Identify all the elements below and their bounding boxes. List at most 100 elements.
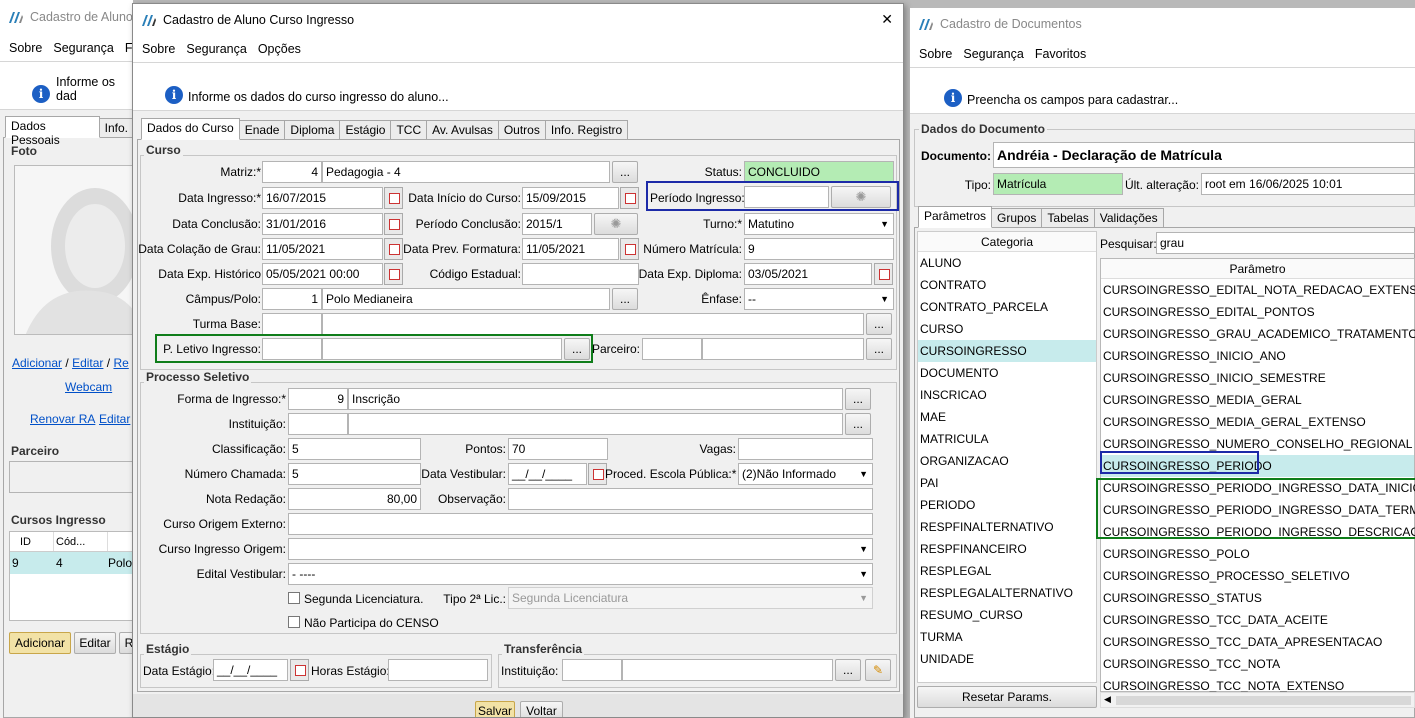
- documento-field[interactable]: Andréia - Declaração de Matrícula: [993, 142, 1415, 168]
- numero-chamada-field[interactable]: 5: [288, 463, 421, 485]
- parametro-item[interactable]: CURSOINGRESSO_PROCESSO_SELETIVO: [1101, 565, 1414, 587]
- table-row[interactable]: 9 4 Polo: [10, 552, 133, 574]
- curso-ingresso-origem-select[interactable]: ▼: [288, 538, 873, 560]
- parametro-item[interactable]: CURSOINGRESSO_EDITAL_PONTOS: [1101, 301, 1414, 323]
- left-parceiro-field[interactable]: [9, 461, 133, 493]
- menu-sobre[interactable]: Sobre: [919, 47, 952, 61]
- data-ingresso-field[interactable]: 16/07/2015: [262, 187, 383, 209]
- curso-origem-externo-field[interactable]: [288, 513, 873, 535]
- turma-base-name-field[interactable]: [322, 313, 864, 335]
- renovar-ra-link[interactable]: Renovar RA: [30, 412, 95, 426]
- periodo-ingresso-field[interactable]: [744, 186, 829, 208]
- calendar-icon[interactable]: [384, 263, 403, 285]
- nao-participa-censo-checkbox[interactable]: [288, 616, 300, 628]
- photo-editar-link[interactable]: Editar: [72, 356, 103, 370]
- left-r-button[interactable]: R: [119, 632, 133, 654]
- menu-sobre[interactable]: Sobre: [9, 41, 42, 55]
- categoria-item-resplegal[interactable]: RESPLEGAL: [918, 560, 1096, 582]
- parceiro-lookup-button[interactable]: ...: [866, 338, 892, 360]
- p-letivo-name-field[interactable]: [322, 338, 562, 360]
- matriz-name-field[interactable]: Pedagogia - 4: [322, 161, 610, 183]
- col-polo[interactable]: [108, 532, 133, 551]
- categoria-item-resplegalalternativo[interactable]: RESPLEGALALTERNATIVO: [918, 582, 1096, 604]
- parceiro-id-field[interactable]: [642, 338, 702, 360]
- parametro-item[interactable]: CURSOINGRESSO_POLO: [1101, 543, 1414, 565]
- parametro-item[interactable]: CURSOINGRESSO_INICIO_ANO: [1101, 345, 1414, 367]
- tab-diploma[interactable]: Diploma: [284, 120, 341, 140]
- instituicao-id-field[interactable]: [288, 413, 348, 435]
- voltar-button[interactable]: Voltar: [520, 701, 563, 717]
- menu-seguranca[interactable]: Segurança: [963, 47, 1023, 61]
- webcam-link[interactable]: Webcam: [65, 380, 112, 394]
- data-exp-historico-field[interactable]: 05/05/2021 00:00: [262, 263, 383, 285]
- tab-info[interactable]: Info.: [98, 118, 133, 138]
- categoria-item-organizacao[interactable]: ORGANIZACAO: [918, 450, 1096, 472]
- tipo-2-lic-select[interactable]: Segunda Licenciatura ▼: [508, 587, 873, 609]
- parametro-header[interactable]: Parâmetro: [1101, 259, 1414, 279]
- left-editar-button[interactable]: Editar: [74, 632, 116, 654]
- data-colacao-field[interactable]: 11/05/2021: [262, 238, 383, 260]
- menu-seguranca[interactable]: Segurança: [53, 41, 113, 55]
- categoria-item-respfinanceiro[interactable]: RESPFINANCEIRO: [918, 538, 1096, 560]
- tab-validacoes[interactable]: Validações: [1093, 208, 1164, 228]
- calendar-icon[interactable]: [874, 263, 893, 285]
- categoria-item-cursoingresso[interactable]: CURSOINGRESSO: [918, 340, 1096, 362]
- salvar-button[interactable]: Salvar: [475, 701, 515, 717]
- campus-id-field[interactable]: 1: [262, 288, 322, 310]
- editar-link[interactable]: Editar: [99, 412, 130, 426]
- turma-base-id-field[interactable]: [262, 313, 322, 335]
- categoria-item-inscricao[interactable]: INSCRICAO: [918, 384, 1096, 406]
- p-letivo-id-field[interactable]: [262, 338, 322, 360]
- tab-info-registro[interactable]: Info. Registro: [544, 120, 629, 140]
- categoria-header[interactable]: Categoria: [918, 232, 1096, 252]
- tab-grupos[interactable]: Grupos: [991, 208, 1043, 228]
- numero-matricula-field[interactable]: 9: [744, 238, 894, 260]
- turma-base-lookup-button[interactable]: ...: [866, 313, 892, 335]
- categoria-item-aluno[interactable]: ALUNO: [918, 252, 1096, 274]
- categoria-item-matricula[interactable]: MATRICULA: [918, 428, 1096, 450]
- data-inicio-field[interactable]: 15/09/2015: [522, 187, 619, 209]
- tab-parametros[interactable]: Parâmetros: [918, 206, 993, 228]
- instituicao-lookup-button[interactable]: ...: [845, 413, 871, 435]
- categoria-item-documento[interactable]: DOCUMENTO: [918, 362, 1096, 384]
- tab-av-avulsas[interactable]: Av. Avulsas: [426, 120, 499, 140]
- matriz-lookup-button[interactable]: ...: [612, 161, 638, 183]
- parametro-item[interactable]: CURSOINGRESSO_STATUS: [1101, 587, 1414, 609]
- instituicao-name-field[interactable]: [348, 413, 843, 435]
- categoria-item-curso[interactable]: CURSO: [918, 318, 1096, 340]
- tab-dados-do-curso[interactable]: Dados do Curso: [141, 118, 240, 140]
- codigo-estadual-field[interactable]: [522, 263, 639, 285]
- tab-outros[interactable]: Outros: [497, 120, 546, 140]
- calendar-icon[interactable]: [384, 238, 403, 260]
- transferencia-lookup-button[interactable]: ...: [835, 659, 861, 681]
- calendar-icon[interactable]: [620, 187, 639, 209]
- data-estagio-field[interactable]: __/__/____: [213, 659, 288, 681]
- data-conclusao-field[interactable]: 31/01/2016: [262, 213, 383, 235]
- forma-id-field[interactable]: 9: [288, 388, 348, 410]
- horas-estagio-field[interactable]: [388, 659, 488, 681]
- classificacao-field[interactable]: 5: [288, 438, 421, 460]
- scroll-thumb[interactable]: [1116, 696, 1411, 705]
- parametro-item[interactable]: CURSOINGRESSO_TCC_DATA_ACEITE: [1101, 609, 1414, 631]
- parametro-item[interactable]: CURSOINGRESSO_MEDIA_GERAL: [1101, 389, 1414, 411]
- tab-tabelas[interactable]: Tabelas: [1041, 208, 1095, 228]
- categoria-item-contrato-parcela[interactable]: CONTRATO_PARCELA: [918, 296, 1096, 318]
- data-exp-diploma-field[interactable]: 03/05/2021: [744, 263, 872, 285]
- tab-enade[interactable]: Enade: [238, 120, 286, 140]
- col-cod[interactable]: Cód...: [54, 532, 108, 551]
- pesquisar-input[interactable]: grau: [1156, 232, 1415, 254]
- tab-estagio[interactable]: Estágio: [339, 120, 392, 140]
- nota-redacao-field[interactable]: 80,00: [288, 488, 421, 510]
- periodo-conclusao-field[interactable]: 2015/1: [522, 213, 592, 235]
- parametro-item[interactable]: CURSOINGRESSO_MEDIA_GERAL_EXTENSO: [1101, 411, 1414, 433]
- col-id[interactable]: ID: [10, 532, 54, 551]
- categoria-item-periodo[interactable]: PERIODO: [918, 494, 1096, 516]
- categoria-item-resumo-curso[interactable]: RESUMO_CURSO: [918, 604, 1096, 626]
- categoria-item-respfinalternativo[interactable]: RESPFINALTERNATIVO: [918, 516, 1096, 538]
- data-vestibular-field[interactable]: __/__/____: [508, 463, 587, 485]
- segunda-licenciatura-checkbox[interactable]: [288, 592, 300, 604]
- edital-vestibular-select[interactable]: - ---- ▼: [288, 563, 873, 585]
- parametro-item[interactable]: CURSOINGRESSO_TCC_DATA_APRESENTACAO: [1101, 631, 1414, 653]
- parametro-item[interactable]: CURSOINGRESSO_TCC_NOTA: [1101, 653, 1414, 675]
- menu-seguranca[interactable]: Segurança: [186, 42, 246, 56]
